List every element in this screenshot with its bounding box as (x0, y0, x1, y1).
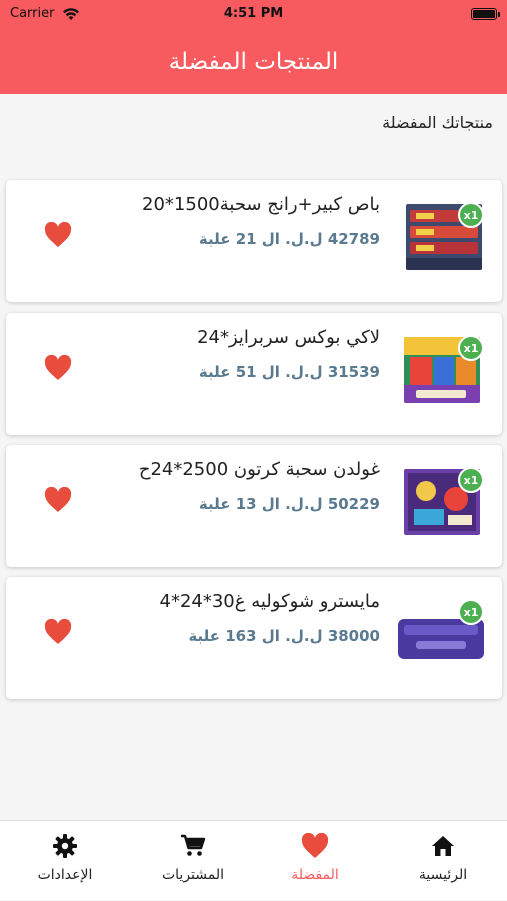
tab-purchases[interactable]: المشتريات (138, 821, 248, 901)
heart-icon[interactable] (44, 221, 72, 248)
heart-icon (301, 833, 329, 859)
page-title: المنتجات المفضلة (168, 49, 339, 75)
tab-home[interactable]: الرئيسية (388, 821, 498, 901)
product-card[interactable]: x1 غولدن سحبة كرتون 2500*24ح 50229 ل.ل. … (6, 445, 502, 567)
heart-icon[interactable] (44, 354, 72, 381)
home-icon (430, 833, 456, 859)
status-time: 4:51 PM (223, 6, 284, 21)
product-name: غولدن سحبة كرتون 2500*24ح (138, 459, 380, 480)
product-name: مايسترو شوكوليه غ30*24*4 (159, 591, 380, 612)
product-price: 50229 ل.ل. ال 13 علبة (198, 495, 380, 513)
product-name: لاكي بوكس سربرايز*24 (197, 327, 380, 348)
product-card[interactable]: x1 باص كبير+رانج سحبة1500*20 42789 ل.ل. … (6, 180, 502, 302)
page-header: المنتجات المفضلة (0, 30, 507, 94)
quantity-badge: x1 (458, 335, 484, 361)
tab-settings-label: الإعدادات (37, 867, 93, 883)
section-subtitle: منتجاتك المفضلة (382, 113, 493, 132)
battery-icon (471, 8, 500, 20)
product-price: 42789 ل.ل. ال 21 علبة (198, 230, 380, 248)
quantity-badge: x1 (458, 599, 484, 625)
bottom-tab-bar: الرئيسية المفضلة المشتريات الإعدادات (0, 820, 507, 900)
tab-favorites-label: المفضلة (291, 867, 339, 883)
status-bar: Carrier 4:51 PM (0, 0, 507, 30)
cart-icon (180, 833, 206, 859)
quantity-badge: x1 (458, 467, 484, 493)
product-price: 31539 ل.ل. ال 51 علبة (198, 363, 380, 381)
tab-favorites[interactable]: المفضلة (260, 821, 370, 901)
product-name: باص كبير+رانج سحبة1500*20 (142, 194, 380, 215)
product-card[interactable]: x1 لاكي بوكس سربرايز*24 31539 ل.ل. ال 51… (6, 313, 502, 435)
tab-home-label: الرئيسية (418, 867, 468, 883)
heart-icon[interactable] (44, 618, 72, 645)
gear-icon (52, 833, 78, 859)
tab-purchases-label: المشتريات (161, 867, 225, 883)
product-card[interactable]: x1 مايسترو شوكوليه غ30*24*4 38000 ل.ل. ا… (6, 577, 502, 699)
quantity-badge: x1 (458, 202, 484, 228)
heart-icon[interactable] (44, 486, 72, 513)
tab-settings[interactable]: الإعدادات (10, 821, 120, 901)
product-price: 38000 ل.ل. ال 163 علبة (188, 627, 380, 645)
